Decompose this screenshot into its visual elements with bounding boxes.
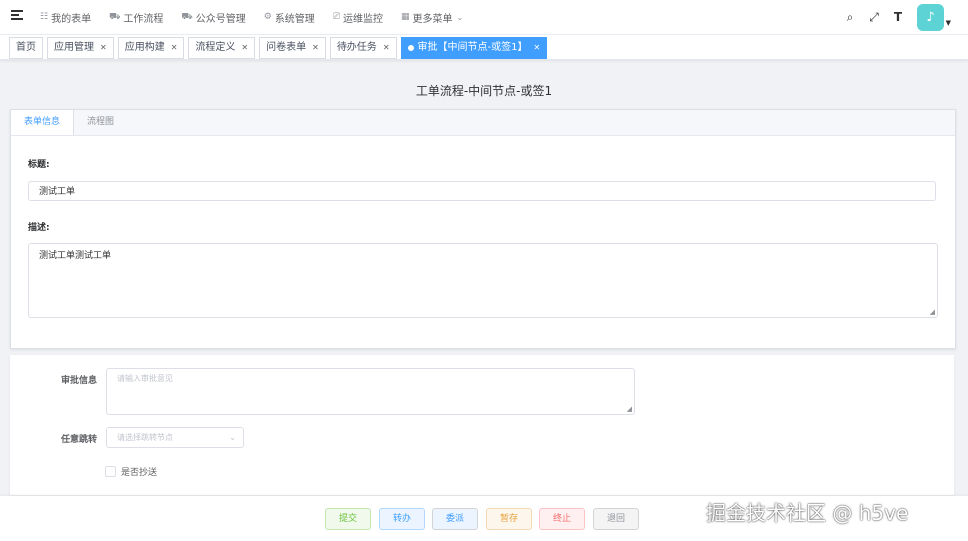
tag-home[interactable]: 首页: [9, 37, 43, 59]
close-icon[interactable]: ✕: [534, 38, 541, 58]
menu-item-label: 工作流程: [123, 13, 164, 25]
avatar[interactable]: ♪: [917, 3, 944, 31]
menu-item-label: 运维监控: [343, 13, 384, 25]
resize-handle-icon[interactable]: ◢: [627, 405, 632, 413]
title-label: 标题:: [28, 160, 50, 170]
menu-item-label: 我的表单: [51, 13, 92, 25]
menu-item-system[interactable]: ⚙ 系统管理: [264, 10, 315, 25]
close-icon[interactable]: ✕: [312, 38, 319, 58]
chevron-down-icon: ⌄: [229, 433, 236, 442]
transfer-button[interactable]: 转办: [379, 508, 425, 530]
tag-label: 问卷表单: [266, 42, 307, 53]
menu-item-wechat[interactable]: ⛟ 公众号管理: [181, 10, 245, 25]
menu-item-more[interactable]: ▦ 更多菜单 ⌄: [401, 10, 463, 25]
caret-down-icon[interactable]: ▼: [946, 19, 951, 27]
close-icon[interactable]: ✕: [100, 38, 107, 58]
close-icon[interactable]: ✕: [241, 38, 248, 58]
tag-app-management[interactable]: 应用管理 ✕: [47, 37, 114, 59]
terminate-button[interactable]: 终止: [539, 508, 585, 530]
menu-item-label: 公众号管理: [195, 13, 246, 25]
cc-checkbox-label[interactable]: 是否抄送: [121, 465, 157, 478]
menu-item-workflow[interactable]: ⛟ 工作流程: [109, 10, 163, 25]
fullscreen-icon[interactable]: ⤢: [867, 10, 881, 24]
tags-list: 首页 应用管理 ✕ 应用构建 ✕ 流程定义 ✕ 问卷表单 ✕ 待办任务 ✕ 审批…: [9, 37, 551, 59]
tag-app-build[interactable]: 应用构建 ✕: [117, 37, 185, 59]
tag-approval-active[interactable]: 审批【中间节点-或签1】 ✕: [400, 37, 548, 59]
cart-icon: ⛟: [181, 11, 193, 22]
tabs-header: 表单信息 流程图: [11, 110, 955, 136]
tab-flowchart[interactable]: 流程图: [74, 110, 127, 135]
gear-icon: ⚙: [263, 12, 272, 22]
form-icon: ☷: [40, 12, 49, 22]
grid-icon: ▦: [401, 12, 410, 22]
active-dot-icon: [407, 45, 414, 51]
watermark: 掘金技术社区 @ h5ve: [706, 501, 909, 525]
jump-label: 任意跳转: [60, 435, 97, 445]
tag-process-definition[interactable]: 流程定义 ✕: [188, 37, 256, 59]
tag-todo-tasks[interactable]: 待办任务 ✕: [329, 37, 397, 59]
tag-label: 应用管理: [54, 42, 94, 53]
approval-info-label: 审批信息: [60, 376, 97, 386]
menu-item-monitor[interactable]: ⎚ 运维监控: [333, 10, 383, 25]
tag-label: 审批【中间节点-或签1】: [417, 42, 528, 53]
menu-item-label: 更多菜单: [412, 13, 453, 25]
top-navbar: ☷ 我的表单 ⛟ 工作流程 ⛟ 公众号管理 ⚙ 系统管理 ⎚ 运维监控 ▦ 更多…: [0, 0, 968, 35]
top-menu: ☷ 我的表单 ⛟ 工作流程 ⛟ 公众号管理 ⚙ 系统管理 ⎚ 运维监控 ▦ 更多…: [40, 0, 481, 34]
jump-node-placeholder: 请选择跳转节点: [117, 433, 173, 442]
tag-label: 应用构建: [124, 42, 165, 53]
submit-button[interactable]: 提交: [325, 508, 371, 530]
return-button[interactable]: 退回: [593, 508, 639, 530]
close-icon[interactable]: ✕: [171, 38, 178, 58]
approval-opinion-input[interactable]: 请输入审批意见 ◢: [106, 368, 635, 415]
tag-label: 流程定义: [195, 42, 236, 53]
close-icon[interactable]: ✕: [383, 38, 390, 58]
tags-view: 首页 应用管理 ✕ 应用构建 ✕ 流程定义 ✕ 问卷表单 ✕ 待办任务 ✕ 审批…: [0, 35, 968, 60]
font-size-icon[interactable]: T: [891, 10, 905, 24]
tag-label: 待办任务: [336, 42, 377, 53]
cc-checkbox[interactable]: [105, 466, 116, 477]
hamburger-icon[interactable]: [11, 10, 23, 21]
tag-questionnaire[interactable]: 问卷表单 ✕: [259, 37, 326, 59]
right-tools: ⌕ ⤢ T ♪: [833, 0, 944, 34]
jump-node-select[interactable]: 请选择跳转节点 ⌄: [106, 427, 244, 448]
description-value: 测试工单测试工单: [39, 251, 112, 261]
tab-form-info[interactable]: 表单信息: [11, 110, 75, 135]
approval-opinion-placeholder: 请输入审批意见: [117, 374, 173, 383]
cart-icon: ⛟: [109, 11, 121, 22]
delegate-button[interactable]: 委派: [432, 508, 478, 530]
menu-item-label: 系统管理: [274, 13, 315, 25]
approval-card: 审批信息 请输入审批意见 ◢ 任意跳转 请选择跳转节点 ⌄ 是否抄送: [10, 355, 954, 495]
menu-item-my-forms[interactable]: ☷ 我的表单: [40, 10, 91, 25]
description-label: 描述:: [28, 223, 50, 233]
description-field[interactable]: 测试工单测试工单 ◢: [28, 243, 938, 318]
title-field[interactable]: 测试工单: [28, 181, 936, 201]
monitor-icon: ⎚: [332, 12, 341, 22]
chevron-down-icon: ⌄: [456, 12, 464, 22]
page-title: 工单流程-中间节点-或签1: [415, 84, 553, 98]
save-draft-button[interactable]: 暂存: [486, 508, 532, 530]
form-card: 表单信息 流程图 标题: 测试工单 描述: 测试工单测试工单 ◢: [10, 109, 956, 349]
tag-label: 首页: [16, 42, 36, 53]
search-icon[interactable]: ⌕: [843, 10, 857, 24]
resize-handle-icon[interactable]: ◢: [930, 308, 935, 316]
